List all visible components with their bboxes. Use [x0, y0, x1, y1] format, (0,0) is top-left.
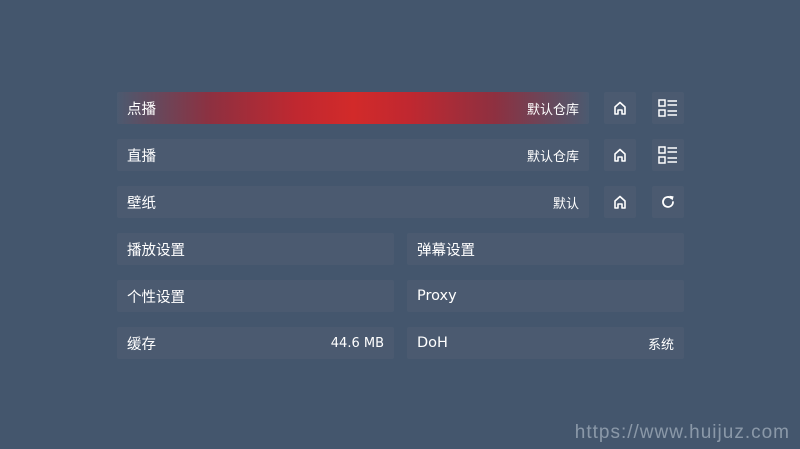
- list-icon: [658, 99, 678, 117]
- cache-row[interactable]: 缓存 44.6 MB: [117, 327, 394, 359]
- wallpaper-setting-row[interactable]: 壁纸 默认: [117, 186, 589, 218]
- personal-settings-row[interactable]: 个性设置: [117, 280, 394, 312]
- home-icon: [612, 194, 628, 210]
- home-icon: [612, 100, 628, 116]
- proxy-settings-row[interactable]: Proxy: [407, 280, 684, 312]
- live-label: 直播: [127, 148, 156, 165]
- player-settings-row[interactable]: 播放设置: [117, 233, 394, 265]
- doh-value: 系统: [647, 337, 674, 353]
- live-setting-row[interactable]: 直播 默认仓库: [117, 139, 589, 171]
- vod-list-button[interactable]: [652, 92, 684, 124]
- cache-size-value: 44.6 MB: [330, 335, 384, 351]
- vod-home-button[interactable]: [604, 92, 636, 124]
- vod-label: 点播: [127, 101, 156, 118]
- danmaku-settings-row[interactable]: 弹幕设置: [407, 233, 684, 265]
- vod-repo-value: 默认仓库: [526, 102, 579, 118]
- wallpaper-refresh-button[interactable]: [652, 186, 684, 218]
- doh-row[interactable]: DoH 系统: [407, 327, 684, 359]
- refresh-icon: [660, 194, 676, 210]
- live-home-button[interactable]: [604, 139, 636, 171]
- home-icon: [612, 147, 628, 163]
- list-icon: [658, 146, 678, 164]
- watermark-text: https://www.huijuz.com: [574, 422, 790, 443]
- doh-label: DoH: [417, 335, 448, 351]
- vod-setting-row[interactable]: 点播 默认仓库: [117, 92, 589, 124]
- danmaku-settings-label: 弹幕设置: [417, 242, 475, 259]
- proxy-label: Proxy: [417, 288, 457, 304]
- cache-label: 缓存: [127, 336, 156, 353]
- personal-settings-label: 个性设置: [127, 289, 185, 306]
- wallpaper-label: 壁纸: [127, 195, 156, 212]
- wallpaper-value: 默认: [552, 196, 579, 212]
- live-repo-value: 默认仓库: [526, 149, 579, 165]
- live-list-button[interactable]: [652, 139, 684, 171]
- player-settings-label: 播放设置: [127, 242, 185, 259]
- wallpaper-home-button[interactable]: [604, 186, 636, 218]
